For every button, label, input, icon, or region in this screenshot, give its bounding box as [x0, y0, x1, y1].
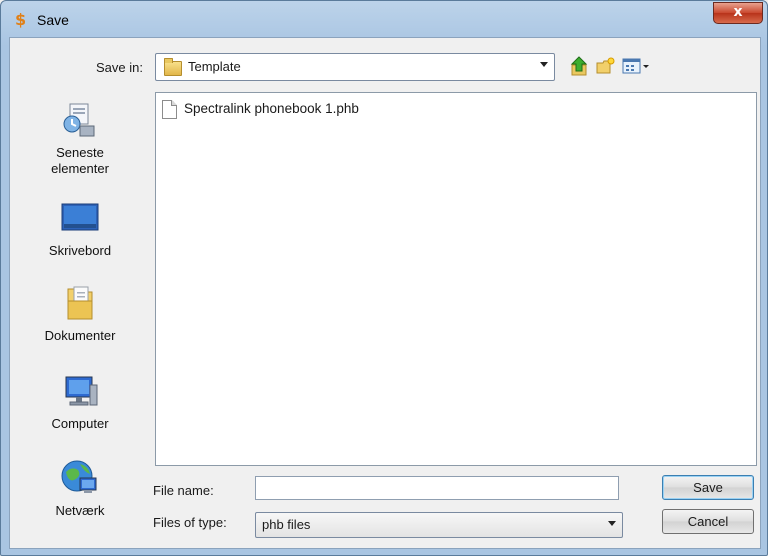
place-desktop[interactable]: Skrivebord — [12, 198, 148, 259]
place-documents[interactable]: Dokumenter — [12, 283, 148, 344]
file-list[interactable]: Spectralink phonebook 1.phb — [155, 92, 757, 466]
title-bar[interactable]: $ Save x — [1, 1, 767, 37]
folder-icon — [164, 58, 182, 76]
save-in-value: Template — [188, 59, 241, 74]
up-one-level-icon[interactable] — [570, 56, 588, 76]
cancel-button[interactable]: Cancel — [662, 509, 754, 534]
save-in-label: Save in: — [96, 60, 143, 75]
dialog-title: Save — [37, 12, 69, 28]
chevron-down-icon[interactable] — [608, 521, 616, 526]
place-label: Netværk — [55, 503, 105, 518]
recent-items-icon — [63, 103, 95, 137]
places-bar: Seneste elementer Skrivebord Dokumenter … — [12, 88, 148, 543]
place-network[interactable]: Netværk — [12, 458, 148, 519]
dialog-body: Save in: Template Seneste elementer Skri… — [9, 37, 761, 549]
place-label: Seneste — [56, 145, 104, 160]
network-icon — [61, 460, 97, 493]
desktop-icon — [61, 203, 99, 231]
file-name: Spectralink phonebook 1.phb — [184, 101, 359, 116]
chevron-down-icon[interactable] — [540, 62, 548, 67]
save-dialog: $ Save x Save in: Template Seneste eleme… — [0, 0, 768, 556]
save-in-dropdown[interactable]: Template — [155, 53, 555, 81]
place-label-line2: elementer — [51, 161, 109, 176]
place-label: Skrivebord — [48, 243, 112, 258]
file-type-dropdown[interactable]: phb files — [255, 512, 623, 538]
file-type-value: phb files — [262, 517, 311, 532]
create-new-folder-icon[interactable] — [596, 56, 616, 76]
file-type-label: Files of type: — [153, 515, 227, 530]
file-icon — [162, 100, 177, 119]
app-icon: $ — [15, 10, 27, 29]
documents-icon — [67, 286, 93, 320]
place-computer[interactable]: Computer — [12, 371, 148, 432]
save-button[interactable]: Save — [662, 475, 754, 500]
view-menu-icon[interactable] — [622, 56, 652, 76]
file-name-label: File name: — [153, 483, 214, 498]
close-button[interactable]: x — [713, 2, 763, 24]
place-label: Computer — [51, 416, 109, 431]
place-recent-items[interactable]: Seneste elementer — [12, 100, 148, 177]
file-name-input[interactable] — [255, 476, 619, 500]
computer-icon — [65, 376, 98, 406]
place-label: Dokumenter — [44, 328, 116, 343]
